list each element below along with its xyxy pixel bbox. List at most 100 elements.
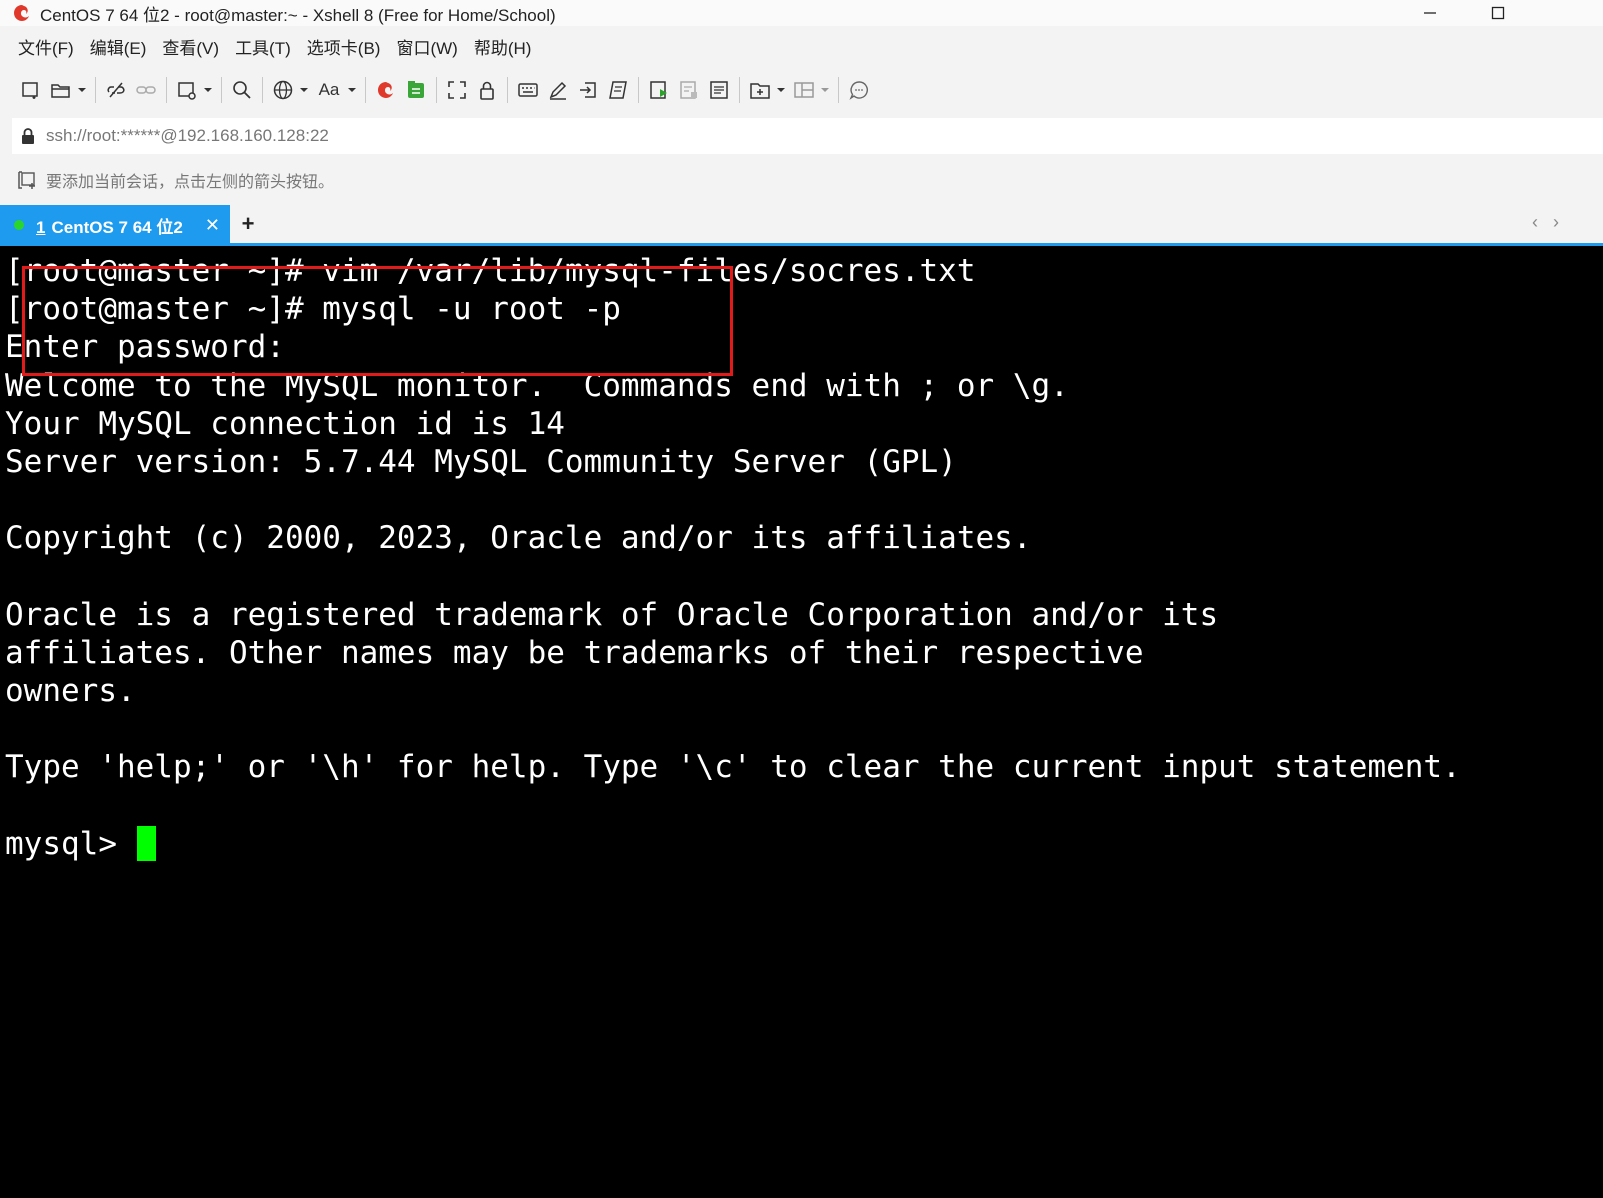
new-xshell-button[interactable]	[371, 74, 401, 106]
log-start-button[interactable]	[644, 74, 674, 106]
toolbar-divider	[507, 77, 508, 103]
font-icon: Aa	[318, 80, 340, 99]
layout-button[interactable]	[789, 74, 819, 106]
terminal-line: affiliates. Other names may be trademark…	[5, 634, 1144, 671]
toolbar: Aa	[0, 66, 1603, 114]
terminal-line: Your MySQL connection id is 14	[5, 405, 565, 442]
compose-button[interactable]	[543, 74, 573, 106]
log-start-icon	[650, 81, 667, 99]
chat-bubble-icon	[849, 81, 868, 100]
toolbar-divider	[262, 77, 263, 103]
minimize-button[interactable]	[1408, 0, 1452, 26]
fullscreen-button[interactable]	[442, 74, 472, 106]
tab-scroll-right-icon[interactable]: ›	[1553, 212, 1559, 233]
tab-title: CentOS 7 64 位2	[51, 217, 183, 237]
xftp-icon	[408, 81, 424, 98]
terminal-area[interactable]: [root@master ~]# vim /var/lib/mysql-file…	[0, 246, 1603, 1198]
toolbar-divider	[436, 77, 437, 103]
minimize-icon	[1424, 12, 1436, 14]
globe-icon	[273, 80, 293, 100]
keyboard-button[interactable]	[513, 74, 543, 106]
add-tab-button[interactable]: +	[236, 210, 260, 238]
chevron-down-icon	[348, 88, 356, 92]
title-bar: CentOS 7 64 位2 - root@master:~ - Xshell …	[0, 0, 1603, 26]
open-session-button[interactable]	[46, 74, 76, 106]
new-session-button[interactable]	[16, 74, 46, 106]
terminal-line: owners.	[5, 673, 136, 710]
xshell-logo-icon	[14, 5, 29, 21]
toolbar-divider	[365, 77, 366, 103]
font-dropdown[interactable]	[346, 74, 358, 106]
reconnect-button[interactable]	[131, 74, 161, 106]
chevron-down-icon	[300, 88, 308, 92]
log-stop-button[interactable]	[674, 74, 704, 106]
toolbar-divider	[221, 77, 222, 103]
folder-open-icon	[51, 84, 70, 98]
font-button[interactable]: Aa	[312, 74, 346, 106]
highlight-annotation-box	[22, 266, 733, 376]
toolbar-divider	[166, 77, 167, 103]
pen-icon	[549, 81, 567, 100]
fullscreen-icon	[448, 81, 466, 99]
tab-bar: 1 CentOS 7 64 位2 ✕ + ‹ ›	[0, 202, 1603, 246]
address-bar[interactable]: ssh://root:******@192.168.160.128:22	[12, 118, 1603, 154]
add-session-arrow-icon[interactable]	[16, 169, 40, 191]
menu-tab[interactable]: 选项卡(B)	[299, 30, 389, 63]
session-properties-dropdown[interactable]	[202, 74, 214, 106]
menu-tools[interactable]: 工具(T)	[227, 30, 299, 63]
tab-scroll-left-icon[interactable]: ‹	[1532, 212, 1538, 233]
transfer-button[interactable]	[573, 74, 603, 106]
lock-button[interactable]	[472, 74, 502, 106]
script-button[interactable]	[603, 74, 633, 106]
address-input[interactable]: ssh://root:******@192.168.160.128:22	[46, 126, 329, 146]
menu-window[interactable]: 窗口(W)	[388, 30, 465, 63]
mysql-prompt: mysql>	[5, 825, 136, 862]
xshell-icon	[378, 82, 393, 98]
new-tab-group-button[interactable]	[745, 74, 775, 106]
terminal-line: Copyright (c) 2000, 2023, Oracle and/or …	[5, 520, 1032, 557]
chevron-down-icon	[821, 88, 829, 92]
terminal-line: Type 'help;' or '\h' for help. Type '\c'…	[5, 749, 1461, 786]
terminal-cursor	[136, 825, 156, 861]
tab-session-1[interactable]: 1 CentOS 7 64 位2 ✕	[0, 205, 230, 245]
menu-view[interactable]: 查看(V)	[154, 30, 227, 63]
chat-button[interactable]	[844, 74, 874, 106]
menu-file[interactable]: 文件(F)	[10, 30, 82, 63]
find-button[interactable]	[227, 74, 257, 106]
toolbar-divider	[838, 77, 839, 103]
layout-dropdown[interactable]	[819, 74, 831, 106]
close-tab-icon[interactable]: ✕	[205, 215, 220, 236]
disconnect-link-icon	[107, 82, 125, 98]
new-tab-group-dropdown[interactable]	[775, 74, 787, 106]
xftp-button[interactable]	[401, 74, 431, 106]
menu-help[interactable]: 帮助(H)	[466, 30, 540, 63]
address-bar-container: ssh://root:******@192.168.160.128:22	[0, 114, 1603, 158]
chevron-down-icon	[78, 88, 86, 92]
maximize-button[interactable]	[1476, 0, 1520, 26]
chevron-down-icon	[204, 88, 212, 92]
lock-icon	[22, 128, 34, 144]
session-hint-bar: 要添加当前会话，点击左侧的箭头按钮。	[0, 158, 1603, 202]
tab-label: 1 CentOS 7 64 位2	[36, 213, 183, 238]
menu-bar: 文件(F) 编辑(E) 查看(V) 工具(T) 选项卡(B) 窗口(W) 帮助(…	[0, 26, 1603, 66]
keyboard-icon	[518, 83, 538, 97]
encoding-button[interactable]	[268, 74, 298, 106]
hint-text: 要添加当前会话，点击左侧的箭头按钮。	[46, 174, 335, 191]
log-view-button[interactable]	[704, 74, 734, 106]
toolbar-divider	[95, 77, 96, 103]
open-session-dropdown[interactable]	[76, 74, 88, 106]
disconnect-button[interactable]	[101, 74, 131, 106]
toolbar-divider	[739, 77, 740, 103]
session-properties-button[interactable]	[172, 74, 202, 106]
link-icon	[136, 86, 156, 94]
search-icon	[233, 81, 251, 99]
menu-edit[interactable]: 编辑(E)	[82, 30, 155, 63]
mysql-prompt-line[interactable]: mysql>	[5, 825, 1461, 863]
window-title: CentOS 7 64 位2 - root@master:~ - Xshell …	[40, 5, 556, 25]
layout-icon	[794, 82, 814, 98]
encoding-dropdown[interactable]	[298, 74, 310, 106]
